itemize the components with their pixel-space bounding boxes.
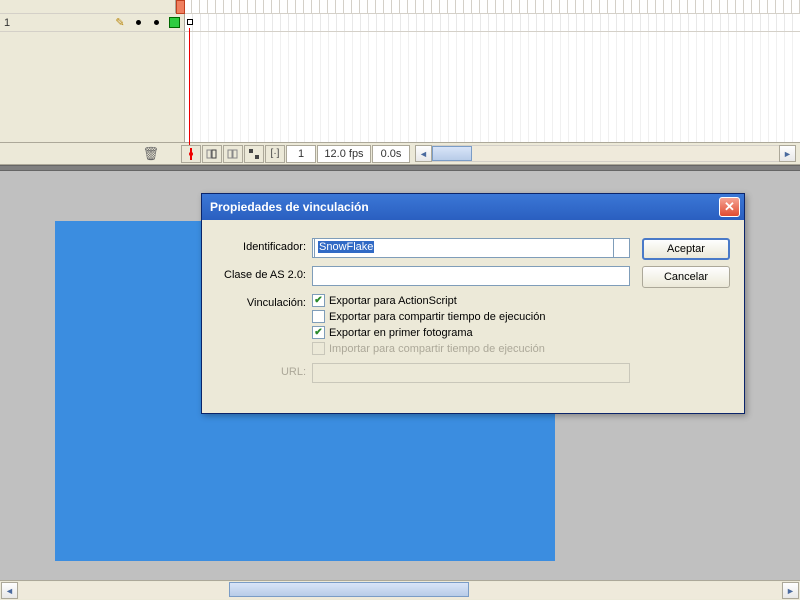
linkage-properties-dialog: Propiedades de vinculación ✕ Identificad… <box>201 193 745 414</box>
export-actionscript-checkbox[interactable]: ✔ <box>312 294 325 307</box>
dialog-titlebar[interactable]: Propiedades de vinculación ✕ <box>202 194 744 220</box>
timeline-footer: 🗑 [·] 1 12.0 fps 0.0s ◄ ► <box>0 142 800 164</box>
cancel-button[interactable]: Cancelar <box>642 266 730 288</box>
playhead-icon[interactable] <box>176 0 185 14</box>
export-runtime-checkbox[interactable] <box>312 310 325 323</box>
layers-empty-area <box>0 32 185 142</box>
playhead-line <box>189 28 190 153</box>
keyframe-icon[interactable] <box>187 19 193 25</box>
timeline-ruler[interactable] <box>176 0 800 13</box>
current-frame-field[interactable]: 1 <box>286 145 316 163</box>
scroll-left-icon[interactable]: ◄ <box>1 582 18 599</box>
as-class-label: Clase de AS 2.0: <box>216 266 312 281</box>
edit-multiple-frames-button[interactable] <box>244 145 264 163</box>
modify-onion-markers-button[interactable]: [·] <box>265 145 285 163</box>
frames-track[interactable] <box>185 14 800 32</box>
dialog-title: Propiedades de vinculación <box>210 200 719 214</box>
url-label: URL: <box>216 363 312 378</box>
fps-field[interactable]: 12.0 fps <box>317 145 371 163</box>
identifier-label: Identificador: <box>216 238 312 253</box>
layer-name-label: 1 <box>4 17 108 29</box>
close-icon[interactable]: ✕ <box>719 197 740 217</box>
export-first-frame-label: Exportar en primer fotograma <box>329 327 473 339</box>
accept-button[interactable]: Aceptar <box>642 238 730 260</box>
url-input <box>312 363 630 383</box>
scroll-thumb[interactable] <box>432 146 472 161</box>
outline-color-icon[interactable] <box>168 17 180 29</box>
layer-header <box>0 0 176 13</box>
timeline-scrollbar[interactable]: ◄ ► <box>415 145 796 162</box>
stage-horizontal-scrollbar[interactable]: ◄ ► <box>0 580 800 600</box>
identifier-input[interactable]: SnowFlake <box>314 238 614 258</box>
import-runtime-label: Importar para compartir tiempo de ejecuc… <box>329 343 545 355</box>
export-runtime-label: Exportar para compartir tiempo de ejecuc… <box>329 311 545 323</box>
scroll-left-icon[interactable]: ◄ <box>415 145 432 162</box>
export-first-frame-checkbox[interactable]: ✔ <box>312 326 325 339</box>
scroll-track[interactable] <box>432 145 779 162</box>
linkage-label: Vinculación: <box>216 294 312 309</box>
trash-icon[interactable]: 🗑 <box>142 146 159 162</box>
lock-dot-icon[interactable] <box>150 17 162 29</box>
elapsed-time-field: 0.0s <box>372 145 410 163</box>
frames-empty-area <box>185 32 800 142</box>
as-class-input[interactable] <box>312 266 630 286</box>
onion-skin-button[interactable] <box>202 145 222 163</box>
visibility-dot-icon[interactable] <box>132 17 144 29</box>
timeline-panel: 1 ✎ 🗑 [·] 1 12.0 fps 0.0s ◄ ► <box>0 0 800 165</box>
onion-skin-outlines-button[interactable] <box>223 145 243 163</box>
scroll-thumb[interactable] <box>229 582 469 597</box>
export-actionscript-label: Exportar para ActionScript <box>329 295 457 307</box>
scroll-right-icon[interactable]: ► <box>782 582 799 599</box>
scroll-right-icon[interactable]: ► <box>779 145 796 162</box>
layer-row[interactable]: 1 ✎ <box>0 14 185 32</box>
center-frame-button[interactable] <box>181 145 201 163</box>
scroll-track[interactable] <box>19 582 781 599</box>
import-runtime-checkbox <box>312 342 325 355</box>
pencil-icon: ✎ <box>114 17 126 29</box>
